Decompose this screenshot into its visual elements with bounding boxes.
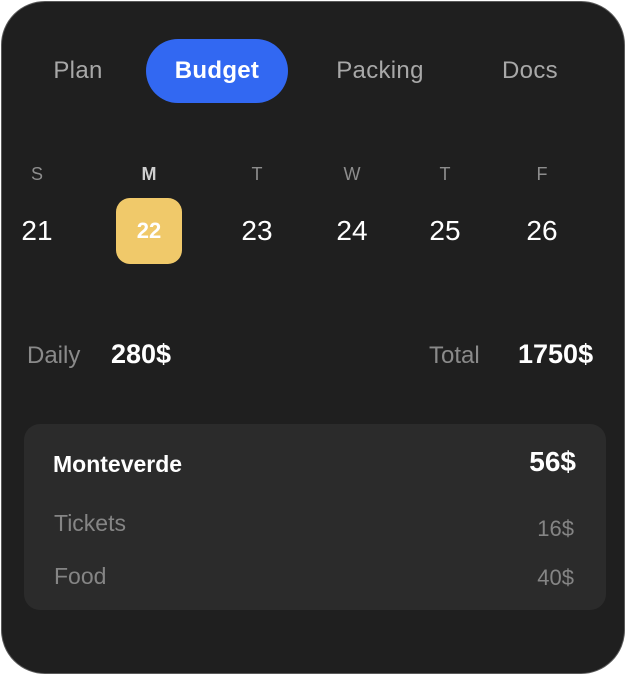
day-number: 24 [336, 215, 368, 246]
day-number: 25 [429, 215, 461, 246]
day-friday[interactable]: F 26 [502, 160, 582, 270]
day-letter: S [30, 164, 43, 184]
day-thursday[interactable]: T 25 [405, 160, 485, 270]
tab-budget[interactable]: Budget [146, 39, 288, 103]
tab-bar: Plan Budget Packing Docs [2, 39, 624, 103]
daily-label: Daily [27, 342, 81, 369]
day-number: 21 [21, 215, 53, 246]
budget-card: Plan Budget Packing Docs S 21 M 22 T 23 … [1, 1, 625, 674]
day-letter: F [536, 164, 548, 184]
day-letter: T [251, 164, 263, 184]
day-number: 22 [116, 198, 182, 264]
day-letter: M [141, 164, 157, 184]
location-expense-panel[interactable]: Monteverde 56$ Tickets 16$ Food 40$ [24, 424, 606, 610]
daily-value: 280$ [111, 339, 172, 369]
day-letter: T [439, 164, 451, 184]
day-monday-selected[interactable]: M 22 [109, 160, 189, 270]
tab-docs[interactable]: Docs [480, 39, 580, 103]
tab-packing[interactable]: Packing [315, 39, 445, 103]
day-letter: W [343, 164, 361, 184]
total-label: Total [429, 342, 480, 369]
location-total: 56$ [529, 446, 576, 477]
expense-label-tickets: Tickets [54, 510, 126, 536]
location-name: Monteverde [53, 451, 183, 477]
day-wednesday[interactable]: W 24 [312, 160, 392, 270]
day-number: 23 [241, 215, 273, 246]
tab-plan[interactable]: Plan [30, 39, 126, 103]
total-value: 1750$ [518, 339, 594, 369]
day-tuesday[interactable]: T 23 [217, 160, 297, 270]
day-number: 26 [526, 215, 558, 246]
expense-value-tickets: 16$ [537, 516, 574, 541]
expense-value-food: 40$ [537, 565, 574, 590]
day-picker: S 21 M 22 T 23 W 24 T 25 F 26 [2, 160, 624, 270]
day-sunday[interactable]: S 21 [2, 160, 77, 270]
expense-label-food: Food [54, 563, 107, 589]
